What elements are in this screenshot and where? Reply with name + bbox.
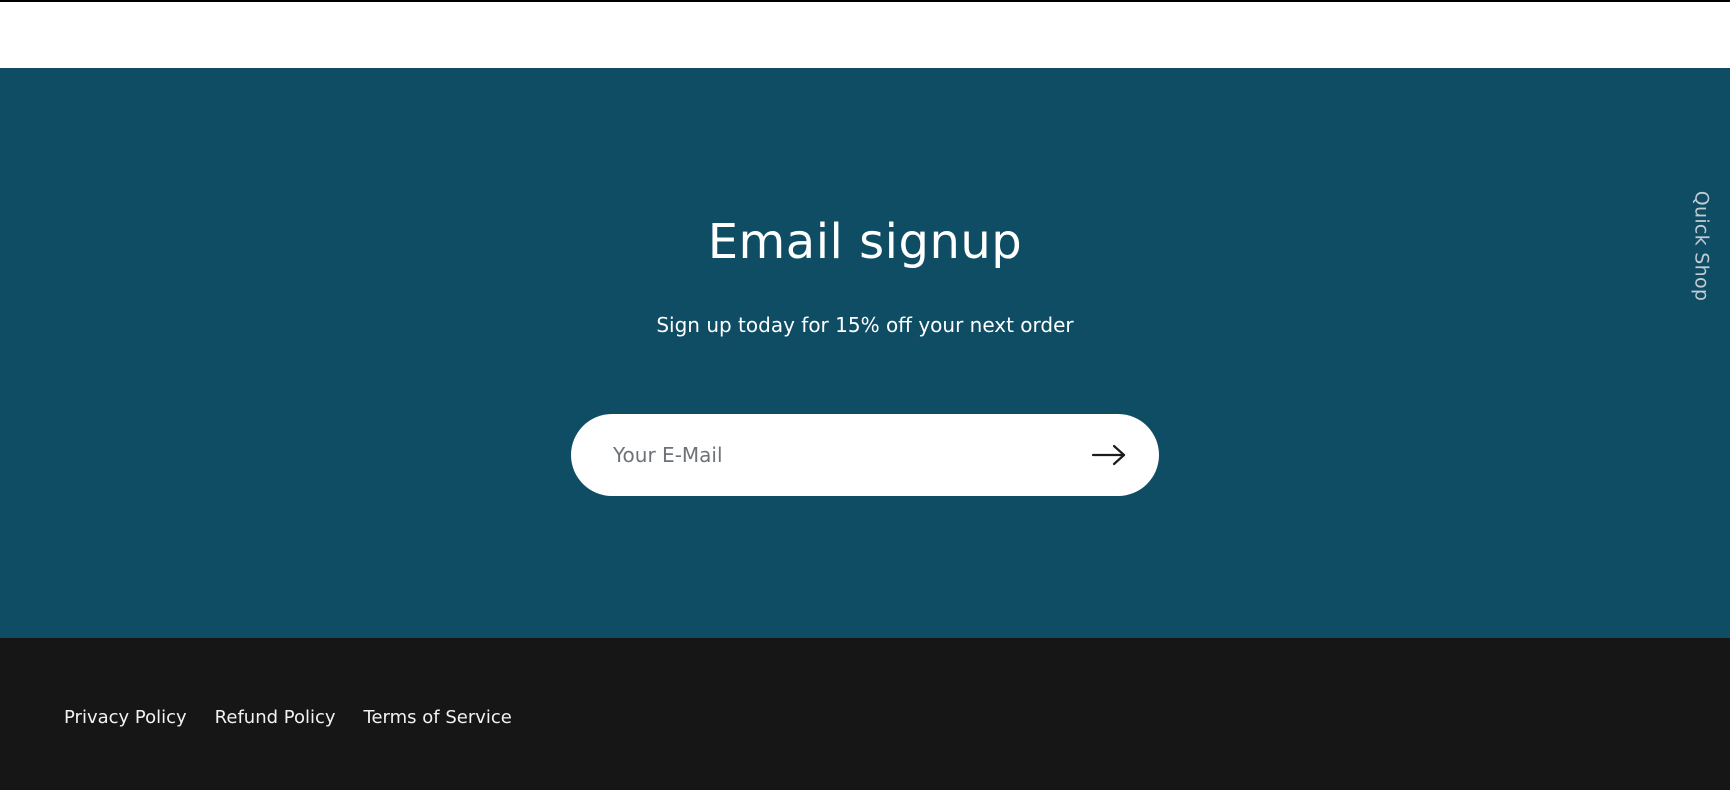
submit-button[interactable] [1089, 435, 1129, 475]
footer-link-refund-policy[interactable]: Refund Policy [215, 706, 336, 730]
page: Email signup Sign up today for 15% off y… [0, 0, 1730, 790]
footer-link-terms-of-service[interactable]: Terms of Service [364, 706, 512, 730]
footer: Privacy Policy Refund Policy Terms of Se… [0, 638, 1730, 790]
signup-title: Email signup [707, 214, 1023, 270]
quick-shop-tab[interactable]: Quick Shop [1688, 183, 1714, 308]
email-signup-section: Email signup Sign up today for 15% off y… [0, 68, 1730, 638]
quick-shop-label: Quick Shop [1690, 190, 1712, 301]
footer-policy-links: Privacy Policy Refund Policy Terms of Se… [64, 706, 512, 730]
email-input[interactable] [613, 435, 1053, 475]
footer-link-privacy-policy[interactable]: Privacy Policy [64, 706, 187, 730]
arrow-right-icon [1091, 444, 1126, 466]
signup-subtitle: Sign up today for 15% off your next orde… [656, 313, 1074, 337]
header-strip [0, 0, 1730, 68]
email-signup-form [571, 414, 1159, 496]
